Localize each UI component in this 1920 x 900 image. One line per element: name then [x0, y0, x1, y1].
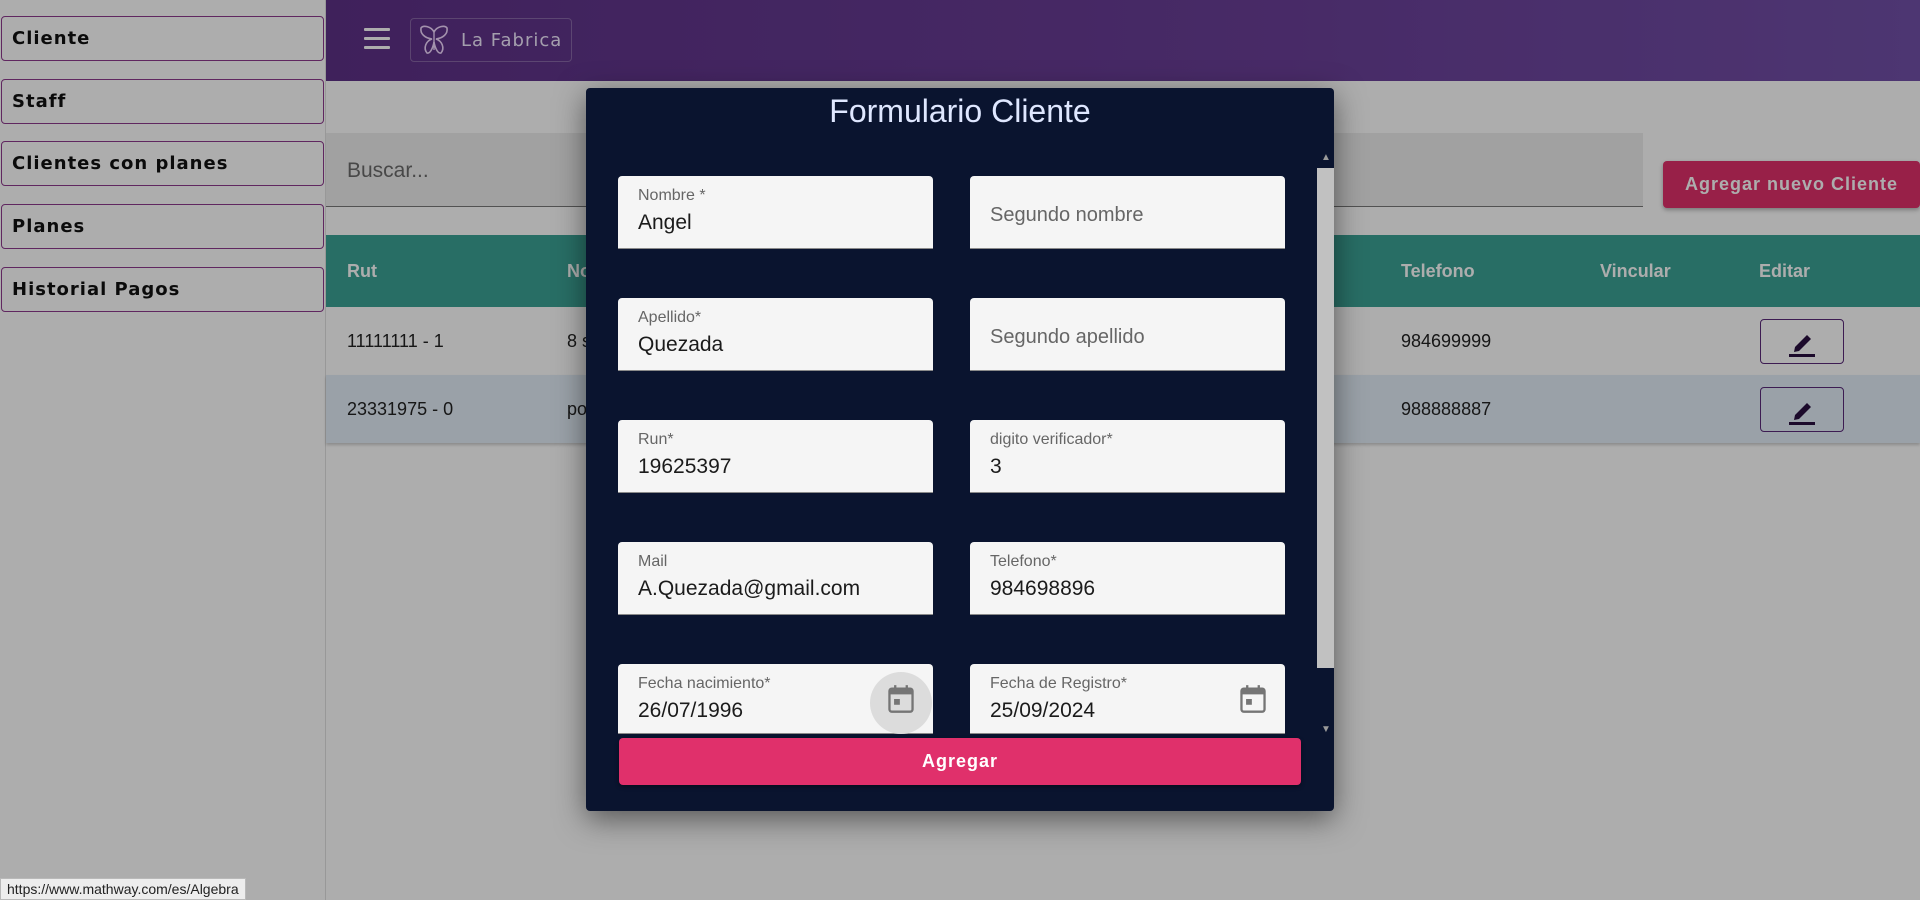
field-value: 3 — [990, 455, 1002, 478]
field-value: 19625397 — [638, 455, 732, 478]
field-value: Quezada — [638, 333, 724, 356]
mail-field[interactable]: Mail A.Quezada@gmail.com — [618, 542, 933, 615]
field-label: Telefono* — [990, 553, 1057, 570]
digito-verificador-field[interactable]: digito verificador* 3 — [970, 420, 1285, 493]
field-value: Angel — [638, 211, 692, 234]
segundo-nombre-field[interactable]: Segundo nombre — [970, 176, 1285, 249]
segundo-apellido-field[interactable]: Segundo apellido — [970, 298, 1285, 371]
scrollbar-thumb[interactable] — [1317, 168, 1334, 668]
field-placeholder: Segundo nombre — [990, 204, 1144, 226]
field-value: 25/09/2024 — [990, 699, 1096, 722]
agregar-button[interactable]: Agregar — [619, 738, 1301, 785]
field-label: Fecha de Registro* — [990, 675, 1127, 692]
client-form-dialog: Formulario Cliente Nombre * Angel Segund… — [586, 88, 1334, 811]
field-label: digito verificador* — [990, 431, 1113, 448]
field-value: 984698896 — [990, 577, 1096, 600]
field-value: A.Quezada@gmail.com — [638, 577, 861, 600]
field-value: 26/07/1996 — [638, 699, 744, 722]
run-field[interactable]: Run* 19625397 — [618, 420, 933, 493]
telefono-field[interactable]: Telefono* 984698896 — [970, 542, 1285, 615]
field-label: Nombre * — [638, 187, 706, 204]
calendar-icon[interactable] — [1239, 684, 1267, 714]
field-label: Apellido* — [638, 309, 702, 326]
scroll-down-icon[interactable]: ▼ — [1319, 724, 1333, 736]
fecha-registro-field[interactable]: Fecha de Registro* 25/09/2024 — [970, 664, 1285, 734]
status-bar-url: https://www.mathway.com/es/Algebra — [0, 878, 246, 900]
calendar-icon[interactable] — [887, 684, 915, 714]
dialog-title: Formulario Cliente — [829, 93, 1091, 129]
field-label: Run* — [638, 431, 674, 448]
field-label: Mail — [638, 553, 668, 570]
field-label: Fecha nacimiento* — [638, 675, 771, 692]
apellido-field[interactable]: Apellido* Quezada — [618, 298, 933, 371]
nombre-field[interactable]: Nombre * Angel — [618, 176, 933, 249]
scroll-up-icon[interactable]: ▲ — [1319, 152, 1333, 164]
fecha-nacimiento-field[interactable]: Fecha nacimiento* 26/07/1996 — [618, 664, 933, 734]
field-placeholder: Segundo apellido — [990, 326, 1145, 348]
